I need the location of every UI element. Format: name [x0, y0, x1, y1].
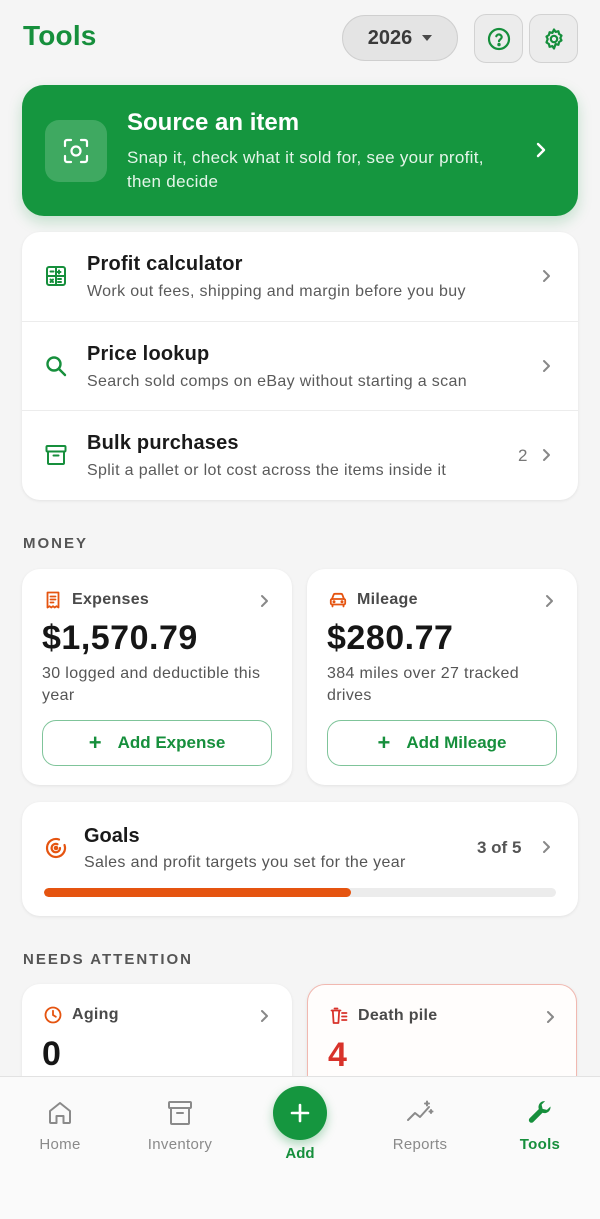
nav-add-label: Add — [285, 1145, 315, 1162]
scan-icon-box — [45, 120, 107, 182]
add-expense-label: Add Expense — [117, 733, 226, 752]
chevron-right-icon — [546, 595, 553, 607]
car-icon — [329, 592, 347, 608]
plus-icon: + — [377, 730, 391, 755]
year-select[interactable]: 2026 — [342, 15, 458, 61]
nav-reports[interactable]: Reports — [365, 1099, 475, 1153]
expenses-total: $1,570.79 — [42, 619, 198, 657]
source-subtitle: Snap it, check what it sold for, see you… — [127, 148, 484, 191]
goals-subtitle: Sales and profit targets you set for the… — [84, 854, 406, 871]
aging-label: Aging — [72, 1006, 119, 1023]
goals-title: Goals — [84, 825, 140, 847]
tool-name: Price lookup — [87, 343, 210, 365]
plus-icon — [290, 1103, 310, 1123]
tools-list: Profit calculator Work out fees, shippin… — [22, 232, 578, 500]
add-fab-button[interactable] — [273, 1086, 327, 1140]
expenses-label: Expenses — [72, 591, 150, 608]
tool-name: Profit calculator — [87, 253, 243, 275]
mileage-summary: 384 miles over 27 tracked drives — [327, 665, 519, 704]
tool-row-price-lookup[interactable]: Price lookup Search sold comps on eBay w… — [22, 321, 578, 410]
chart-sparkle-icon — [407, 1100, 434, 1121]
chevron-down-icon — [422, 35, 433, 41]
tool-description: Split a pallet or lot cost across the it… — [87, 462, 447, 479]
scan-icon — [63, 138, 89, 164]
nav-tools[interactable]: Tools — [485, 1099, 595, 1153]
section-label-money: MONEY — [23, 535, 89, 552]
help-icon — [487, 27, 510, 50]
source-title: Source an item — [127, 109, 300, 136]
calculator-icon — [46, 266, 66, 286]
mileage-label: Mileage — [357, 591, 418, 608]
archive-box-icon — [168, 1101, 192, 1125]
tool-row-profit-calculator[interactable]: Profit calculator Work out fees, shippin… — [22, 232, 578, 321]
settings-button[interactable] — [529, 14, 578, 63]
chevron-right-icon — [543, 449, 550, 461]
tool-name: Bulk purchases — [87, 432, 239, 454]
tool-description: Search sold comps on eBay without starti… — [87, 373, 468, 390]
goals-card[interactable]: Goals Sales and profit targets you set f… — [22, 802, 578, 916]
archive-box-icon — [45, 445, 67, 465]
goals-progress-bar — [44, 888, 556, 897]
add-mileage-button[interactable]: + Add Mileage — [327, 720, 557, 766]
goals-progress-fill — [44, 888, 352, 897]
trash-list-icon — [330, 1007, 348, 1024]
nav-inventory[interactable]: Inventory — [125, 1099, 235, 1153]
help-button[interactable] — [474, 14, 523, 63]
mileage-card[interactable]: Mileage $280.77 384 miles over 27 tracke… — [307, 569, 577, 785]
section-label-needs-attention: NEEDS ATTENTION — [23, 951, 194, 968]
expenses-card[interactable]: Expenses $1,570.79 30 logged and deducti… — [22, 569, 292, 785]
year-value: 2026 — [367, 26, 413, 49]
search-icon — [46, 356, 67, 377]
add-expense-button[interactable]: + Add Expense — [42, 720, 272, 766]
page-title: Tools — [23, 20, 97, 51]
chevron-right-icon — [543, 270, 550, 282]
mileage-total: $280.77 — [327, 619, 454, 657]
target-icon — [45, 837, 67, 859]
chevron-right-icon — [261, 595, 268, 607]
wrench-icon — [528, 1101, 551, 1123]
plus-icon: + — [88, 730, 102, 755]
add-mileage-label: Add Mileage — [406, 733, 507, 752]
nav-reports-label: Reports — [392, 1136, 448, 1153]
tool-description: Work out fees, shipping and margin befor… — [87, 283, 466, 300]
nav-inventory-label: Inventory — [147, 1136, 213, 1153]
goals-count: 3 of 5 — [477, 838, 522, 857]
nav-home[interactable]: Home — [5, 1099, 115, 1153]
bulk-count-badge: 2 — [518, 446, 528, 465]
home-icon — [49, 1102, 71, 1124]
tool-row-bulk-purchases[interactable]: Bulk purchases Split a pallet or lot cos… — [22, 410, 578, 499]
nav-tools-label: Tools — [519, 1136, 561, 1153]
nav-home-label: Home — [39, 1136, 81, 1153]
gear-icon — [544, 27, 563, 50]
receipt-icon — [46, 591, 60, 609]
source-item-card[interactable]: Source an item Snap it, check what it so… — [22, 85, 578, 216]
chevron-right-icon — [547, 1011, 554, 1023]
clock-icon — [44, 1006, 62, 1024]
chevron-right-icon — [543, 841, 550, 853]
aging-count: 0 — [42, 1035, 61, 1073]
header: Tools 2026 — [0, 0, 600, 76]
death-pile-count: 4 — [328, 1036, 347, 1074]
death-pile-label: Death pile — [358, 1007, 438, 1024]
expenses-summary: 30 logged and deductible this year — [42, 665, 261, 704]
chevron-right-icon — [536, 142, 546, 158]
tools-screen: Tools 2026 Source an item Snap it, check… — [0, 0, 600, 1219]
chevron-right-icon — [543, 360, 550, 372]
chevron-right-icon — [261, 1010, 268, 1022]
